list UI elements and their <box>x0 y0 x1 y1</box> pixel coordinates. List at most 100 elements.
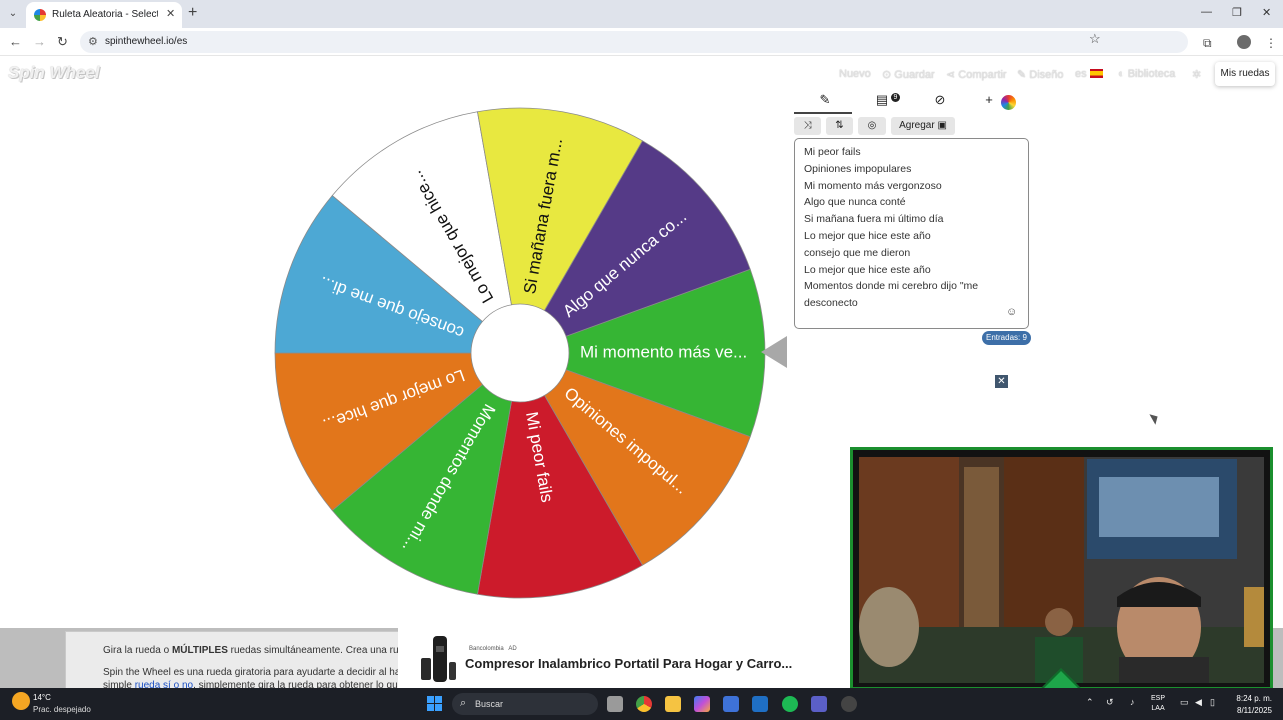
entry-line: Si mañana fuera mi último día <box>804 213 944 226</box>
close-ad-icon[interactable]: ✕ <box>995 375 1008 388</box>
file-explorer-icon[interactable] <box>665 696 681 712</box>
entry-line: Lo mejor que hice este año <box>804 229 931 242</box>
add-wheel-plus-icon[interactable]: + <box>983 92 995 114</box>
weather-sun-icon[interactable] <box>12 692 30 710</box>
menu-kebab-icon[interactable]: ⋮ <box>1265 36 1277 50</box>
minimize-icon[interactable]: — <box>1201 6 1212 18</box>
restore-icon[interactable]: ❐ <box>1232 6 1242 19</box>
taskbar-search-placeholder: Buscar <box>475 699 504 709</box>
network-icon[interactable]: ▭ <box>1180 697 1189 708</box>
info-bold-text: MÚLTIPLES <box>171 645 228 656</box>
entry-line: Mi momento más vergonzoso <box>804 179 942 192</box>
volume-icon[interactable]: ◀ <box>1195 697 1202 708</box>
shuffle-button[interactable]: ⤨ <box>794 117 821 135</box>
taskbar-clock[interactable]: 8:24 p. m. 8/11/2025 <box>1228 693 1272 717</box>
copilot-icon[interactable] <box>694 696 710 712</box>
compressor-product-image <box>421 636 456 682</box>
spin-wheel[interactable]: Mi momento más ve...Opiniones impopul...… <box>270 103 770 603</box>
sort-button[interactable]: ⇅ <box>826 117 853 135</box>
tray-sync-icon[interactable]: ↺ <box>1106 697 1114 708</box>
weather-desc: Prac. despejado <box>33 705 91 714</box>
nav-design[interactable]: ✎ Diseño <box>1017 68 1064 81</box>
lang-code: ESP <box>1151 695 1166 702</box>
windows-start-icon[interactable] <box>427 696 442 711</box>
tab-list-chevron-icon[interactable]: ⌄ <box>4 5 22 23</box>
info-card: Gira la rueda o MÚLTIPLES ruedas simultá… <box>65 631 424 691</box>
clock-time: 8:24 p. m. <box>1236 694 1272 703</box>
sort-icon: ⇅ <box>835 120 844 131</box>
bookmark-star-icon[interactable]: ☆ <box>1089 31 1101 47</box>
site-logo[interactable]: Spin Wheel <box>8 63 100 83</box>
app-icon[interactable] <box>841 696 857 712</box>
url-field[interactable]: ⚙ spinthewheel.io/es <box>80 31 1188 53</box>
back-icon[interactable]: ← <box>9 34 22 49</box>
nav-language[interactable]: es <box>1075 68 1103 80</box>
settings-icon[interactable]: ✲ <box>1192 68 1201 81</box>
battery-icon[interactable]: ▯ <box>1210 697 1215 708</box>
emoji-smile-icon[interactable]: ☺ <box>1006 306 1017 318</box>
add-image-label: Agregar <box>899 120 935 131</box>
active-tab-underline <box>794 112 852 114</box>
mouse-cursor-icon <box>1149 411 1161 425</box>
entry-line: consejo que me dieron <box>804 246 911 259</box>
url-text: spinthewheel.io/es <box>105 36 188 47</box>
new-tab-icon[interactable]: + <box>188 4 197 22</box>
globe-icon: ◐ <box>1118 68 1128 80</box>
store-icon[interactable] <box>723 696 739 712</box>
nav-new[interactable]: Nuevo <box>839 68 871 80</box>
extensions-icon[interactable]: ⧉ <box>1203 36 1212 51</box>
nav-share-label: Compartir <box>958 69 1007 81</box>
teams-icon[interactable] <box>811 696 827 712</box>
pencil-icon: ✎ <box>1017 69 1030 81</box>
entry-line: Mi peor fails <box>804 146 861 158</box>
nav-save[interactable]: ⊙ Guardar <box>882 68 935 81</box>
close-window-icon[interactable]: ✕ <box>1262 6 1271 19</box>
save-icon: ⊙ <box>882 69 895 81</box>
my-wheels-button[interactable]: Mis ruedas <box>1215 62 1275 86</box>
shuffle-icon: ⤨ <box>803 120 812 131</box>
language-indicator[interactable]: ESP LAA <box>1151 694 1165 714</box>
outlook-icon[interactable] <box>752 696 768 712</box>
ad-brand: Bancolombia AD <box>469 646 517 652</box>
lang-layout: LAA <box>1151 705 1165 712</box>
browser-tab[interactable]: Ruleta Aleatoria - Selector Personalizad… <box>26 2 182 28</box>
add-image-button[interactable]: Agregar ▣ <box>891 117 955 135</box>
spotify-icon[interactable] <box>782 696 798 712</box>
close-tab-icon[interactable]: ✕ <box>166 7 175 20</box>
nav-share[interactable]: ⋖ Compartir <box>946 68 1007 81</box>
results-list-tab-clipboard-icon[interactable]: ▤ <box>873 92 891 114</box>
ad-title[interactable]: Compresor Inalambrico Portatil Para Hoga… <box>465 656 792 671</box>
info-line-1: Gira la rueda o MÚLTIPLES ruedas simultá… <box>103 645 424 656</box>
profile-avatar[interactable] <box>1237 35 1251 49</box>
spain-flag-icon <box>1089 69 1103 78</box>
webcam-overlay <box>850 447 1273 690</box>
microphone-icon[interactable]: ♪ <box>1130 697 1135 707</box>
wheel-center-hub[interactable] <box>470 303 570 403</box>
nav-design-label: Diseño <box>1029 69 1064 81</box>
info-text: ruedas simultáneamente. Crea una rueda p <box>227 645 424 656</box>
entry-line: Opiniones impopulares <box>804 162 912 175</box>
edit-entries-tab-pencil-icon[interactable]: ✎ <box>815 92 835 114</box>
entry-line: Momentos donde mi cerebro dijo "me <box>804 280 979 293</box>
chrome-icon[interactable] <box>636 696 652 712</box>
nav-library[interactable]: ◐ Biblioteca <box>1118 68 1175 80</box>
entries-count-badge: Entradas: 9 <box>982 331 1031 345</box>
image-icon: ▣ <box>937 120 947 131</box>
taskbar-search[interactable]: ⌕ Buscar <box>452 693 598 715</box>
favicon-icon <box>34 9 46 21</box>
entries-textarea[interactable]: Mi peor fails Opiniones impopulares Mi m… <box>794 138 1029 329</box>
results-count-badge: 9 <box>891 93 900 102</box>
nav-language-label: es <box>1075 68 1087 80</box>
hide-eye-icon[interactable]: ⊘ <box>930 92 950 114</box>
tray-chevron-icon[interactable]: ⌃ <box>1086 697 1094 708</box>
search-icon: ⌕ <box>460 697 467 709</box>
entry-line: Lo mejor que hice este año <box>804 263 931 276</box>
reload-icon[interactable]: ↻ <box>57 34 68 50</box>
color-palette-icon[interactable] <box>1001 95 1016 110</box>
forward-icon[interactable]: → <box>33 34 46 49</box>
task-view-icon[interactable] <box>607 696 623 712</box>
ai-button[interactable]: ◎ <box>858 117 886 135</box>
site-info-icon[interactable]: ⚙ <box>88 35 98 48</box>
webcam-video-feed <box>859 457 1264 683</box>
info-text: Gira la rueda o <box>103 645 172 656</box>
